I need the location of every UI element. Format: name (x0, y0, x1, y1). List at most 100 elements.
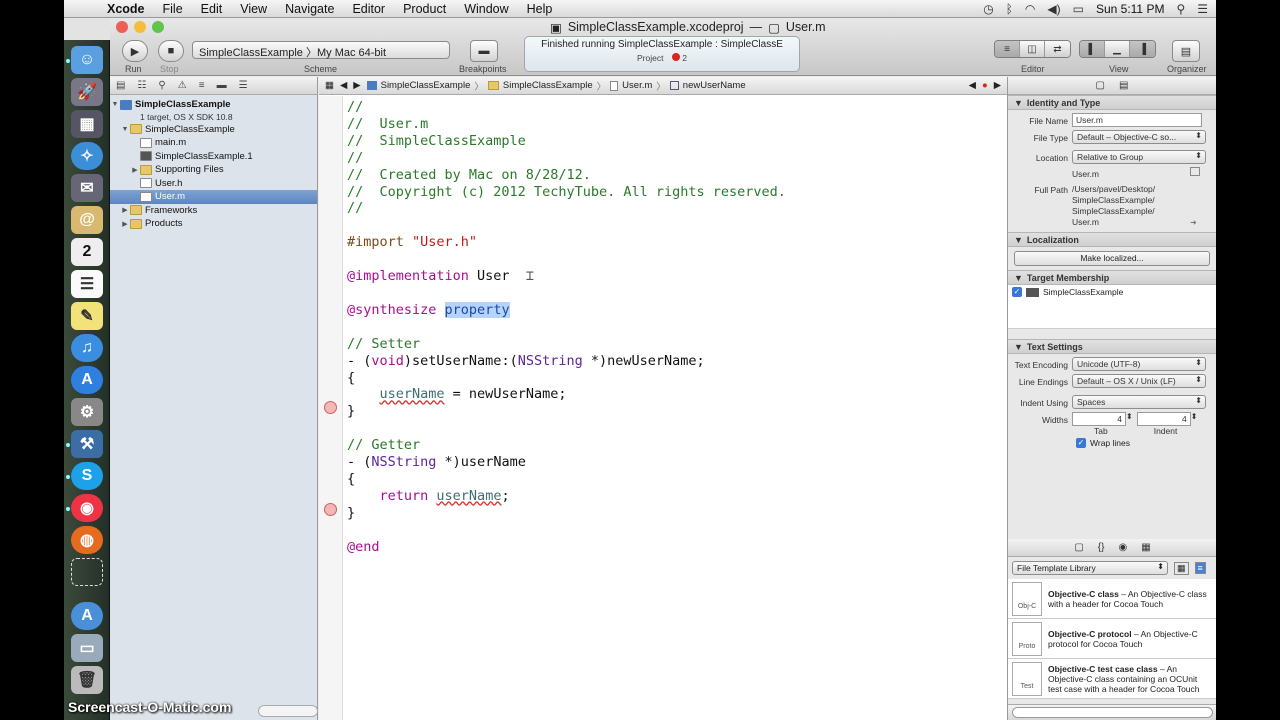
library-popup[interactable]: File Template Library (1012, 561, 1168, 575)
menu-clock[interactable]: Sun 5:11 PM (1096, 2, 1164, 16)
notes-icon[interactable]: ✎ (71, 302, 103, 330)
code-snippet-library-icon[interactable]: {} (1098, 542, 1105, 553)
tab-width-field[interactable]: 4 (1072, 412, 1126, 426)
indent-width-field[interactable]: 4 (1136, 412, 1191, 426)
file-type-popup[interactable]: Default – Objective-C so... (1072, 130, 1206, 144)
screencast-recorder-icon[interactable] (71, 558, 103, 586)
file-template-library-icon[interactable]: ▢ (1074, 542, 1083, 553)
project-root-row[interactable]: ▼ SimpleClassExample (110, 98, 317, 112)
make-localized-button[interactable]: Make localized... (1014, 251, 1210, 266)
documents-folder-icon[interactable]: ▭ (71, 634, 103, 662)
menu-view[interactable]: View (231, 2, 276, 16)
mission-control-icon[interactable]: ▦ (71, 110, 103, 138)
section-target-membership[interactable]: ▼ Target Membership (1008, 270, 1216, 285)
search-navigator-icon[interactable]: ⚲ (158, 80, 165, 91)
section-identity[interactable]: ▼ Identity and Type (1008, 95, 1216, 110)
launchpad-icon[interactable]: 🚀 (71, 78, 103, 106)
object-library-icon[interactable]: ◉ (1118, 542, 1127, 553)
spotlight-search-icon[interactable]: ⚲ (1176, 2, 1185, 16)
scheme-selector[interactable]: SimpleClassExample 〉My Mac 64-bit (192, 41, 450, 59)
mail-icon[interactable]: ✉ (71, 174, 103, 202)
time-machine-icon[interactable]: ◷ (983, 2, 993, 16)
calendar-icon[interactable]: 2 (71, 238, 103, 266)
list-view-icon[interactable]: ≡ (1194, 562, 1206, 574)
version-editor-icon[interactable]: ⇄ (1045, 41, 1070, 57)
menu-product[interactable]: Product (394, 2, 455, 16)
organizer-button[interactable]: ▤ (1172, 40, 1200, 62)
selected-placeholder[interactable]: property (444, 301, 510, 318)
text-encoding-popup[interactable]: Unicode (UTF-8) (1072, 357, 1206, 371)
wifi-icon[interactable]: ◠ (1025, 2, 1035, 16)
assistant-editor-icon[interactable]: ◫ (1020, 41, 1045, 57)
wrap-lines-checkbox[interactable]: ✓ (1076, 438, 1086, 448)
next-issue-icon[interactable]: ▶ (994, 80, 1001, 91)
previous-issue-icon[interactable]: ◀ (969, 80, 976, 91)
error-marker-icon[interactable] (324, 503, 337, 516)
target-checkbox[interactable]: ✓ (1012, 287, 1022, 297)
app-store-icon[interactable]: A (71, 366, 103, 394)
indent-using-popup[interactable]: Spaces (1072, 395, 1206, 409)
notification-center-icon[interactable]: ☰ (1197, 2, 1208, 16)
system-preferences-icon[interactable]: ⚙ (71, 398, 103, 426)
tree-item[interactable]: ▼ SimpleClassExample (110, 123, 317, 137)
run-button[interactable]: ▶ (122, 40, 148, 62)
debug-navigator-icon[interactable]: ≡ (199, 80, 205, 91)
menu-window[interactable]: Window (455, 2, 517, 16)
zoom-window-icon[interactable] (152, 21, 164, 33)
indent-width-stepper-icon[interactable]: ⬍ (1191, 412, 1198, 421)
log-navigator-icon[interactable]: ☰ (239, 80, 248, 91)
tree-item[interactable]: User.m (110, 190, 317, 204)
disclosure-triangle-icon[interactable]: ▶ (120, 206, 130, 214)
reveal-in-finder-icon[interactable]: ➜ (1190, 218, 1197, 227)
tree-item[interactable]: SimpleClassExample.1 (110, 150, 317, 164)
menu-editor[interactable]: Editor (343, 2, 394, 16)
menu-navigate[interactable]: Navigate (276, 2, 343, 16)
safari-icon[interactable]: ✧ (71, 142, 103, 170)
breadcrumb-symbol[interactable]: newUserName (683, 80, 746, 91)
library-item[interactable]: Proto Objective-C protocol – An Objective… (1008, 619, 1216, 659)
disclosure-triangle-icon[interactable]: ▼ (110, 101, 120, 108)
symbol-navigator-icon[interactable]: ☷ (137, 80, 146, 91)
choose-location-icon[interactable] (1190, 167, 1200, 176)
applications-stack-icon[interactable]: A (71, 602, 103, 630)
library-search-input[interactable] (1012, 707, 1213, 718)
issue-error-icon[interactable]: ● (982, 80, 988, 91)
related-files-icon[interactable]: ▦ (325, 80, 334, 91)
error-marker-icon[interactable] (324, 401, 337, 414)
project-navigator-icon[interactable]: ▤ (116, 80, 125, 91)
navigator-toggle-icon[interactable]: ▌ (1080, 41, 1105, 57)
library-item[interactable]: Test Objective-C test case class – An Obj… (1008, 659, 1216, 699)
line-endings-popup[interactable]: Default – OS X / Unix (LF) (1072, 374, 1206, 388)
itunes-icon[interactable]: ♫ (71, 334, 103, 362)
breadcrumb-group[interactable]: SimpleClassExample (503, 80, 593, 91)
menu-app-xcode[interactable]: Xcode (98, 2, 154, 16)
code-text[interactable]: // // User.m // SimpleClassExample // //… (347, 99, 786, 555)
menu-edit[interactable]: Edit (192, 2, 232, 16)
icon-view-icon[interactable]: ▦ (1174, 561, 1189, 575)
tree-item[interactable]: ▶ Frameworks (110, 204, 317, 218)
battery-icon[interactable]: ▭ (1073, 2, 1084, 16)
media-library-icon[interactable]: ▦ (1141, 542, 1150, 553)
trash-icon[interactable]: 🗑 (71, 666, 103, 694)
library-item[interactable]: Obj-C Objective-C class – An Objective-C … (1008, 579, 1216, 619)
wrap-lines-option[interactable]: ✓ Wrap lines (1008, 438, 1216, 448)
section-localization[interactable]: ▼ Localization (1008, 232, 1216, 247)
contacts-icon[interactable]: @ (71, 206, 103, 234)
file-name-field[interactable]: User.m (1072, 113, 1202, 127)
reminders-icon[interactable]: ☰ (71, 270, 103, 298)
disclosure-triangle-icon[interactable]: ▼ (120, 126, 130, 133)
close-window-icon[interactable] (116, 21, 128, 33)
disclosure-triangle-icon[interactable]: ▶ (120, 220, 130, 228)
quick-help-icon[interactable]: ▤ (1119, 80, 1128, 91)
debug-area-toggle-icon[interactable]: ▁ (1105, 41, 1130, 57)
file-inspector-icon[interactable]: ▢ (1096, 80, 1105, 91)
tree-item[interactable]: ▶ Supporting Files (110, 163, 317, 177)
issue-navigator-icon[interactable]: ⚠ (178, 80, 187, 91)
menu-help[interactable]: Help (518, 2, 562, 16)
firefox-icon[interactable]: ◍ (71, 526, 103, 554)
activity-project[interactable]: Project 2 (525, 53, 799, 63)
chrome-icon[interactable]: ◉ (71, 494, 103, 522)
xcode-icon[interactable]: ⚒ (71, 430, 103, 458)
finder-icon[interactable]: ☺ (71, 46, 103, 74)
disclosure-triangle-icon[interactable]: ▶ (130, 166, 140, 174)
